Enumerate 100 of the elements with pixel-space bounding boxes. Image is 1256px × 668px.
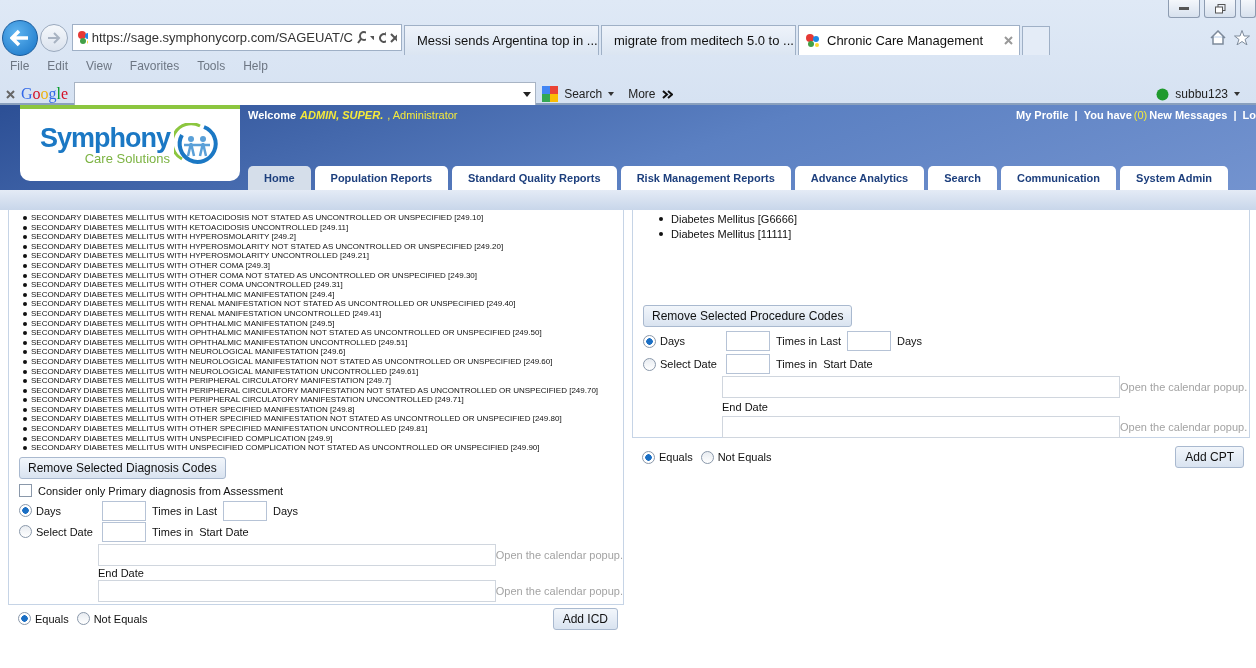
welcome-text: Welcome ADMIN, SUPER. , Administrator: [248, 109, 458, 121]
count-input[interactable]: [726, 331, 770, 351]
back-button[interactable]: [2, 19, 38, 56]
field-label: Days: [897, 335, 923, 347]
nav-tab[interactable]: Advance Analytics: [794, 166, 925, 190]
days-input[interactable]: [223, 500, 267, 521]
browser-tab[interactable]: migrate from meditech 5.0 to ...: [601, 25, 796, 55]
remove-codes-button[interactable]: Remove Selected Procedure Codes: [643, 305, 853, 327]
address-bar[interactable]: https://sage.symphonycorp.com/SAGEUAT/C: [72, 24, 402, 51]
field-label: Times in Last: [152, 504, 217, 517]
radio-button[interactable]: [643, 357, 656, 371]
remove-codes-button[interactable]: Remove Selected Diagnosis Codes: [19, 456, 226, 479]
butterfly-favicon-icon: [805, 32, 821, 49]
close-icon: [1004, 36, 1013, 45]
restore-button[interactable]: [1204, 0, 1236, 18]
code-list-item[interactable]: SECONDARY DIABETES MELLITUS WITH HYPEROSMOLARITY [249.2]: [23, 232, 623, 242]
browser-tab[interactable]: Messi sends Argentina top in ...: [404, 25, 599, 55]
close-button[interactable]: [1240, 0, 1256, 18]
tab-title: Messi sends Argentina top in ...: [417, 33, 598, 48]
refresh-icon: [378, 31, 387, 44]
user-menu[interactable]: subbu123: [1175, 87, 1228, 101]
radio-button[interactable]: [643, 334, 656, 348]
nav-tab[interactable]: Search: [928, 166, 997, 190]
radio-button[interactable]: [76, 612, 90, 626]
code-list-item[interactable]: SECONDARY DIABETES MELLITUS WITH OTHER SPECIFIED MANIFESTATION [249.8]: [23, 404, 623, 415]
more-button[interactable]: More: [628, 87, 656, 101]
code-list-item[interactable]: SECONDARY DIABETES MELLITUS WITH PERIPHERAL CIRCULATORY MANIFESTATION UNCONTROLLED [249.71]: [23, 395, 623, 405]
search-button[interactable]: Search: [564, 87, 603, 101]
nav-tab[interactable]: Risk Management Reports: [620, 166, 791, 190]
field-label: Times in: [152, 525, 194, 538]
menu-item[interactable]: Edit: [47, 59, 69, 73]
nav-tab[interactable]: System Admin: [1120, 166, 1229, 190]
code-list-item[interactable]: SECONDARY DIABETES MELLITUS WITH NEUROLOGICAL MANIFESTATION NOT STATED AS UNCONTROLLED OR UNSPECIFIED [249.60]: [23, 356, 623, 367]
add-code-button[interactable]: Add CPT: [1175, 446, 1244, 468]
new-tab-button[interactable]: [1022, 26, 1050, 55]
menu-item[interactable]: Help: [243, 59, 268, 73]
code-list-item[interactable]: SECONDARY DIABETES MELLITUS WITH OTHER SPECIFIED MANIFESTATION NOT STATED AS UNCONTROLLED OR UNSPECIFIED [249.80]: [23, 414, 623, 425]
code-list-item[interactable]: SECONDARY DIABETES MELLITUS WITH UNSPECIFIED COMPLICATION [249.9]: [23, 433, 623, 444]
code-list-item[interactable]: SECONDARY DIABETES MELLITUS WITH HYPEROSMOLARITY UNCONTROLLED [249.21]: [23, 251, 623, 261]
browser-tab[interactable]: Chronic Care Management: [798, 25, 1020, 55]
start-date-input[interactable]: [722, 376, 1120, 398]
radio-label: Days: [660, 335, 686, 347]
header-link[interactable]: My Profile: [1016, 109, 1069, 121]
code-list-item[interactable]: SECONDARY DIABETES MELLITUS WITH RENAL MANIFESTATION NOT STATED AS UNCONTROLLED OR UNSPECIFIED [249.40]: [23, 299, 623, 309]
code-list-item[interactable]: SECONDARY DIABETES MELLITUS WITH KETOACIDOSIS NOT STATED AS UNCONTROLLED OR UNSPECIFIED [249.10]: [23, 213, 623, 223]
code-list-item[interactable]: Diabetes Mellitus [11111]: [659, 226, 1249, 242]
field-label: Times in: [776, 358, 818, 370]
checkbox[interactable]: [19, 484, 32, 498]
nav-tab[interactable]: Population Reports: [314, 166, 448, 190]
end-date-input[interactable]: [98, 579, 496, 602]
code-list-item[interactable]: SECONDARY DIABETES MELLITUS WITH PERIPHERAL CIRCULATORY MANIFESTATION NOT STATED AS UNCONTROLLED OR UNSPECIFIED [249.70]: [23, 385, 623, 396]
caret-icon: [608, 92, 615, 96]
search-input[interactable]: [74, 82, 537, 106]
nav-tab[interactable]: Standard Quality Reports: [452, 166, 617, 190]
add-code-button[interactable]: Add ICD: [552, 607, 618, 630]
nav-tab[interactable]: Home: [248, 166, 311, 190]
menu-item[interactable]: Favorites: [129, 59, 180, 73]
google-favicon-icon: [542, 86, 559, 102]
menu-item[interactable]: File: [10, 59, 30, 73]
radio-button[interactable]: [700, 450, 714, 464]
nav-tab[interactable]: Communication: [1000, 166, 1117, 190]
count-input[interactable]: [102, 521, 146, 542]
minimize-button[interactable]: [1168, 0, 1200, 18]
restore-icon: [1214, 3, 1226, 14]
radio-label: Not Equals: [93, 612, 148, 625]
double-chevron-icon: [661, 89, 673, 99]
field-label: Start Date: [199, 525, 249, 538]
count-input[interactable]: [726, 354, 770, 374]
radio-button[interactable]: [642, 450, 655, 464]
menu-item[interactable]: Tools: [197, 59, 226, 73]
code-list-item[interactable]: SECONDARY DIABETES MELLITUS WITH OPHTHALMIC MANIFESTATION NOT STATED AS UNCONTROLLED OR UNSPECIFIED [249.50]: [23, 328, 623, 338]
radio-button[interactable]: [19, 504, 32, 518]
code-list-item[interactable]: SECONDARY DIABETES MELLITUS WITH NEUROLOGICAL MANIFESTATION [249.6]: [23, 347, 623, 357]
caret-icon: [1234, 92, 1240, 96]
code-list-item[interactable]: SECONDARY DIABETES MELLITUS WITH OTHER COMA [249.3]: [23, 260, 623, 271]
radio-label: Days: [36, 504, 62, 517]
radio-label: Not Equals: [717, 451, 772, 463]
code-list-item[interactable]: Diabetes Mellitus [G6666]: [659, 212, 1249, 227]
code-list-item[interactable]: SECONDARY DIABETES MELLITUS WITH HYPEROSMOLARITY NOT STATED AS UNCONTROLLED OR UNSPECIFIED [249.20]: [23, 241, 623, 252]
code-list-item[interactable]: SECONDARY DIABETES MELLITUS WITH KETOACIDOSIS UNCONTROLLED [249.11]: [23, 222, 623, 233]
code-list-item[interactable]: SECONDARY DIABETES MELLITUS WITH OPHTHALMIC MANIFESTATION [249.4]: [23, 289, 623, 300]
code-list-item[interactable]: SECONDARY DIABETES MELLITUS WITH OTHER COMA UNCONTROLLED [249.31]: [23, 280, 623, 290]
tab-title: Chronic Care Management: [827, 33, 985, 48]
code-list-item[interactable]: SECONDARY DIABETES MELLITUS WITH OPHTHALMIC MANIFESTATION UNCONTROLLED [249.51]: [23, 337, 623, 348]
code-list-item[interactable]: SECONDARY DIABETES MELLITUS WITH OTHER COMA NOT STATED AS UNCONTROLLED OR UNSPECIFIED [249.30]: [23, 270, 623, 281]
count-input[interactable]: [102, 500, 146, 521]
code-list-item[interactable]: SECONDARY DIABETES MELLITUS WITH NEUROLOGICAL MANIFESTATION UNCONTROLLED [249.61]: [23, 366, 623, 377]
radio-button[interactable]: [19, 525, 32, 539]
code-list-item[interactable]: SECONDARY DIABETES MELLITUS WITH PERIPHERAL CIRCULATORY MANIFESTATION [249.7]: [23, 376, 623, 386]
days-input[interactable]: [847, 331, 891, 351]
code-list-item[interactable]: SECONDARY DIABETES MELLITUS WITH OPHTHALMIC MANIFESTATION [249.5]: [23, 318, 623, 329]
code-list-item[interactable]: SECONDARY DIABETES MELLITUS WITH UNSPECIFIED COMPLICATION NOT STATED AS UNCONTROLLED OR UNSPECIFIED [249.90]: [23, 443, 623, 453]
radio-button[interactable]: [18, 612, 31, 626]
star-icon: [1234, 30, 1250, 45]
start-date-input[interactable]: [98, 543, 496, 566]
forward-button[interactable]: [40, 23, 68, 52]
menu-item[interactable]: View: [86, 59, 112, 73]
code-list-item[interactable]: SECONDARY DIABETES MELLITUS WITH RENAL MANIFESTATION UNCONTROLLED [249.41]: [23, 308, 623, 319]
end-date-input[interactable]: [722, 416, 1120, 438]
code-list-item[interactable]: SECONDARY DIABETES MELLITUS WITH OTHER SPECIFIED MANIFESTATION UNCONTROLLED [249.81]: [23, 424, 623, 434]
